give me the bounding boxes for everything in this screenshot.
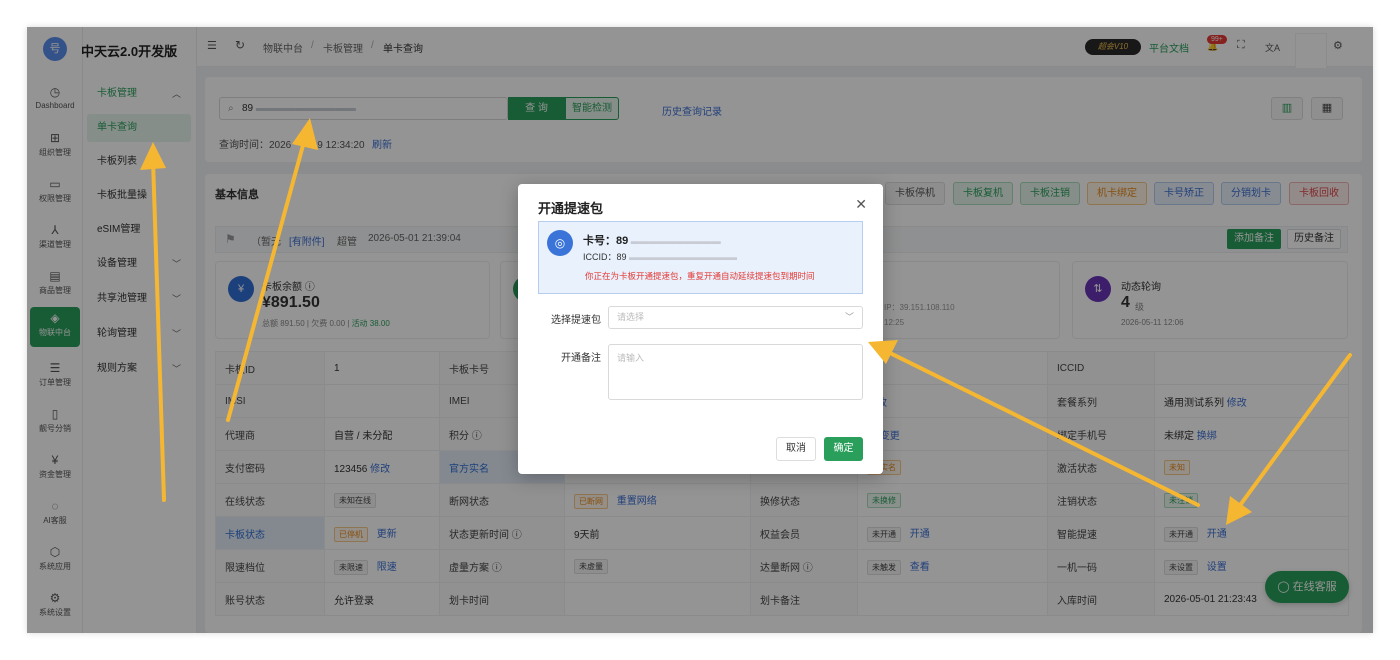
app-window: 号 ◷ Dashboard ⊞ 组织管理 ▭ 权限管理 ⅄ 渠道管理 ▤ 商品管理 ◈ 物联中台 ☰ 订单…	[27, 27, 1373, 633]
chevron-down-icon: ﹀	[844, 312, 854, 322]
card-number: 卡号：89 ▬▬▬▬▬▬▬▬▬▬	[583, 232, 721, 248]
open-note-label: 开通备注	[561, 353, 601, 364]
cancel-button[interactable]: 取消	[776, 437, 816, 461]
card-iccid-redacted: ▬▬▬▬▬▬▬▬▬▬▬▬	[626, 252, 738, 262]
carrier-logo-icon: ◎	[547, 230, 573, 256]
speed-package-select[interactable]: 请选择 ﹀	[608, 306, 863, 329]
card-number-text: 卡号：89	[583, 235, 629, 247]
card-info-box: ◎ 卡号：89 ▬▬▬▬▬▬▬▬▬▬ ICCID：89 ▬▬▬▬▬▬▬▬▬▬▬▬…	[538, 221, 863, 294]
select-placeholder: 请选择	[617, 312, 645, 322]
select-package-label: 选择提速包	[551, 315, 601, 326]
card-iccid: ICCID：89 ▬▬▬▬▬▬▬▬▬▬▬▬	[583, 250, 737, 263]
dialog-title: 开通提速包	[538, 201, 604, 216]
confirm-button[interactable]: 确定	[824, 437, 863, 461]
close-icon[interactable]: ✕	[855, 196, 867, 213]
renew-warning: 你正在为卡板开通提速包，重复开通自动延续提速包到期时间	[585, 271, 815, 281]
card-iccid-text: ICCID：89	[583, 252, 627, 262]
card-number-redacted: ▬▬▬▬▬▬▬▬▬▬	[628, 236, 721, 246]
open-note-textarea[interactable]: 请输入	[608, 344, 863, 400]
speed-package-dialog: 开通提速包 ✕ ◎ 卡号：89 ▬▬▬▬▬▬▬▬▬▬ ICCID：89 ▬▬▬▬…	[518, 184, 883, 474]
